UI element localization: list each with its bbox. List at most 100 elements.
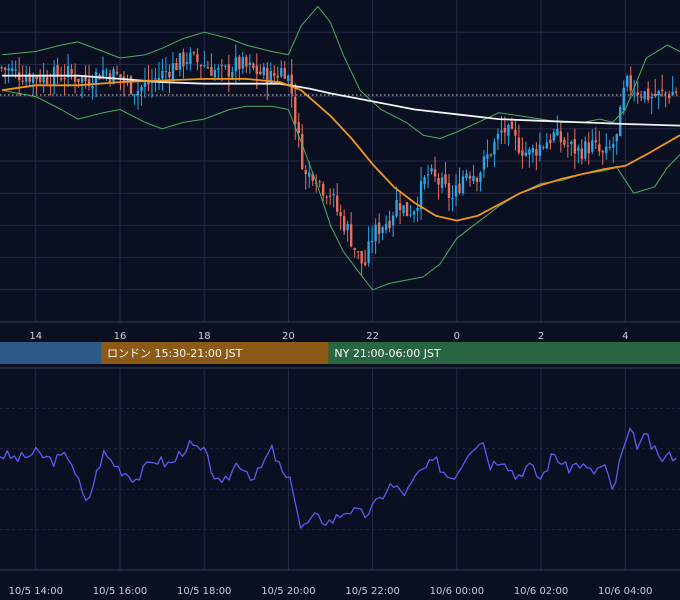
price-x-tick-label: 20 <box>282 331 295 342</box>
candle-body <box>549 139 552 144</box>
candle-body <box>507 124 510 136</box>
candle-body <box>248 62 252 65</box>
candle-body <box>398 203 402 211</box>
candle-body <box>178 53 182 70</box>
candle-body <box>577 147 580 151</box>
candle-body <box>598 144 601 152</box>
candle-body <box>601 151 604 153</box>
candle-body <box>640 96 643 98</box>
candle-body <box>674 91 678 93</box>
candle-body <box>14 69 17 71</box>
candle-body <box>412 211 416 215</box>
candle-body <box>360 251 363 264</box>
candle-body <box>552 132 556 141</box>
candle-body <box>405 202 409 216</box>
candle-body <box>101 70 105 78</box>
candle-body <box>521 150 524 156</box>
candle-body <box>423 177 426 185</box>
candle-body <box>297 122 300 133</box>
candle-body <box>430 168 433 172</box>
candle-body <box>528 149 531 155</box>
candle-body <box>510 121 514 129</box>
candle-body <box>594 140 597 143</box>
candle-body <box>416 207 419 211</box>
session-label: NY 21:00-06:00 JST <box>334 347 441 360</box>
candle-body <box>493 141 496 155</box>
candle-body <box>77 78 80 83</box>
candle-body <box>294 96 297 124</box>
candle-body <box>175 62 178 71</box>
candle-body <box>63 77 66 80</box>
candle-body <box>213 69 217 78</box>
oscillator-x-tick-label: 10/5 22:00 <box>345 586 399 597</box>
candle-body <box>161 70 164 79</box>
candle-body <box>308 172 311 177</box>
candle-body <box>196 54 199 63</box>
candle-body <box>0 67 3 69</box>
candle-body <box>262 66 265 75</box>
candle-body <box>171 63 175 80</box>
candle-body <box>647 88 650 100</box>
candle-body <box>140 86 143 92</box>
candle-body <box>136 90 140 96</box>
candle-body <box>91 86 94 89</box>
candle-body <box>643 91 646 100</box>
candle-body <box>388 220 391 229</box>
candle-body <box>241 57 245 69</box>
candle-body <box>391 215 395 226</box>
candle-body <box>210 66 213 76</box>
candle-body <box>28 73 31 82</box>
oscillator-x-tick-label: 10/6 04:00 <box>598 586 652 597</box>
candle-body <box>447 182 451 199</box>
candle-body <box>164 71 168 73</box>
candle-body <box>542 147 545 149</box>
candle-body <box>622 87 625 111</box>
candle-body <box>80 77 84 83</box>
candle-body <box>353 247 356 251</box>
candle-body <box>563 139 566 145</box>
candle-body <box>38 76 42 82</box>
candle-body <box>524 152 528 156</box>
candle-body <box>206 67 210 69</box>
candle-body <box>245 56 248 67</box>
candle-body <box>444 174 447 185</box>
candle-body <box>384 223 388 230</box>
candle-body <box>433 169 437 177</box>
price-x-tick-label: 16 <box>114 331 127 342</box>
candle-body <box>24 76 28 82</box>
candle-body <box>119 74 122 79</box>
candle-body <box>545 142 549 149</box>
candle-body <box>154 78 157 80</box>
candle-body <box>664 92 667 94</box>
candle-body <box>654 93 657 97</box>
candle-body <box>636 92 639 96</box>
candle-body <box>342 216 346 232</box>
candle-body <box>482 156 486 170</box>
candle-body <box>633 92 636 94</box>
candle-body <box>612 144 615 148</box>
candle-body <box>580 148 584 160</box>
candle-body <box>570 141 573 145</box>
price-x-tick-label: 22 <box>366 331 379 342</box>
candle-body <box>346 223 349 231</box>
candle-body <box>133 94 136 96</box>
candle-body <box>259 71 262 74</box>
candle-body <box>458 183 461 193</box>
candle-body <box>189 52 192 65</box>
candle-body <box>59 78 63 80</box>
candle-body <box>587 142 590 154</box>
candle-body <box>220 65 224 67</box>
candle-body <box>339 212 342 217</box>
candle-body <box>409 214 412 216</box>
candle-body <box>440 177 444 188</box>
candle-body <box>556 128 559 136</box>
candle-body <box>395 200 398 217</box>
candle-body <box>419 181 423 210</box>
candle-body <box>52 67 56 87</box>
candle-body <box>517 137 521 153</box>
candle-body <box>185 61 189 64</box>
session-band <box>0 342 102 364</box>
candle-body <box>451 198 454 200</box>
candle-body <box>531 147 535 153</box>
candle-body <box>182 52 185 67</box>
